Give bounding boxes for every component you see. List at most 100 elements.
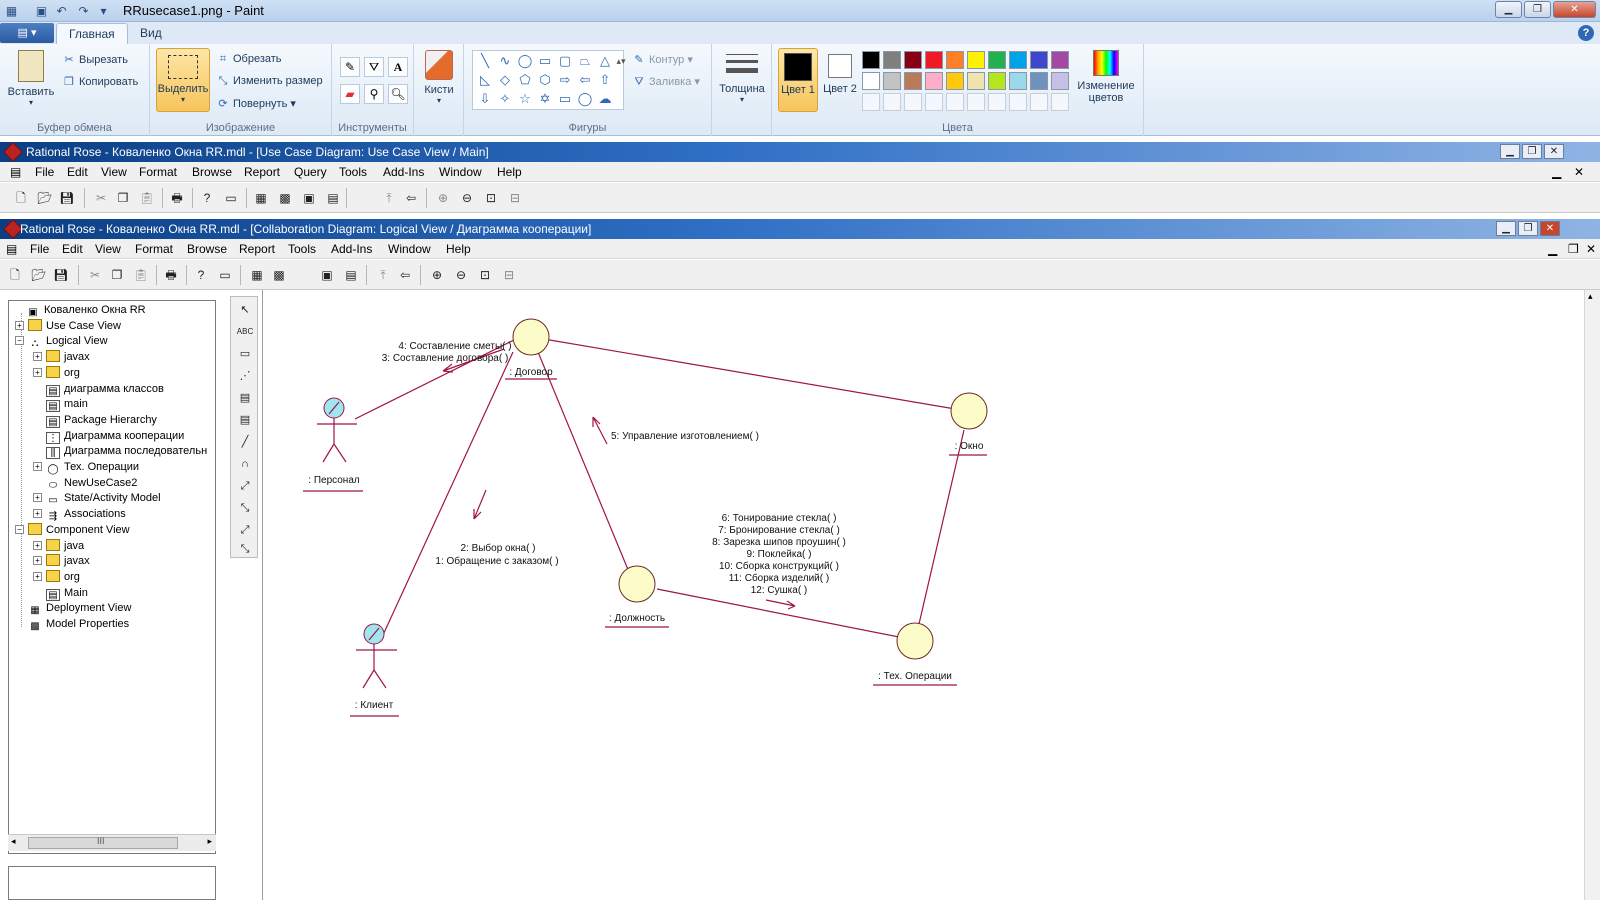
object-okno[interactable]: : Окно	[949, 392, 988, 456]
expand-icon[interactable]: +	[33, 367, 42, 377]
message-4[interactable]: 4: Составление сметы( )	[398, 341, 511, 352]
palette-swatch[interactable]	[1051, 72, 1069, 90]
copy-button[interactable]: ❐ Копировать	[62, 75, 138, 88]
copy-icon[interactable]: ❐	[114, 189, 132, 207]
object-link-tool-icon[interactable]: ╱	[236, 433, 254, 451]
print-icon[interactable]: 🖶	[168, 189, 186, 207]
message-7[interactable]: 7: Бронирование стекла( )	[718, 525, 840, 536]
tree-item[interactable]: + ⇶ Associations	[33, 507, 126, 522]
message-8[interactable]: 8: Зарезка шипов проушин( )	[712, 537, 846, 548]
paste-icon[interactable]: 📋︎	[138, 189, 156, 207]
right-arrow-shape-icon[interactable]: ⇨	[556, 71, 574, 89]
menu-window[interactable]: Window	[388, 242, 431, 256]
rose-back-minimize-button[interactable]: ▁	[1500, 144, 1520, 159]
expand-icon[interactable]: +	[33, 509, 42, 519]
tree-item[interactable]: ⬭ NewUseCase2	[33, 476, 138, 491]
rounded-rect-shape-icon[interactable]: ▢	[556, 52, 574, 70]
custom-color-slot[interactable]	[925, 93, 943, 111]
copy-icon[interactable]: ❐	[108, 266, 126, 284]
tree-item[interactable]: ▤ Package Hierarchy	[33, 413, 157, 428]
custom-color-slot[interactable]	[988, 93, 1006, 111]
browser-horizontal-scrollbar[interactable]: ◂ III ▸	[8, 834, 216, 851]
menu-edit[interactable]: Edit	[62, 242, 83, 256]
menu-view[interactable]: View	[101, 165, 127, 179]
mdi-close-icon[interactable]: ✕	[1586, 242, 1596, 256]
palette-swatch[interactable]	[1009, 72, 1027, 90]
documentation-pane[interactable]	[8, 866, 216, 900]
palette-swatch[interactable]	[904, 72, 922, 90]
mdi-restore-icon[interactable]: ❐	[1568, 242, 1579, 256]
message-6[interactable]: 6: Тонирование стекла( )	[722, 513, 837, 524]
menu-window[interactable]: Window	[439, 165, 482, 179]
browse-interaction-diagram-icon[interactable]: ▩	[270, 266, 288, 284]
redo-icon[interactable]: ↷	[76, 4, 91, 19]
menu-format[interactable]: Format	[135, 242, 173, 256]
palette-swatch[interactable]	[967, 51, 985, 69]
close-button[interactable]: ✕	[1553, 1, 1596, 18]
collaboration-diagram[interactable]: : Договор : Окно : Должность : Тех. Опер…	[262, 290, 1584, 900]
rose-doc-icon[interactable]: ▤	[6, 242, 17, 256]
browser-scroll-thumb[interactable]: III	[28, 836, 178, 849]
custom-color-slot[interactable]	[883, 93, 901, 111]
message-arrow-dolzhnost[interactable]	[592, 416, 608, 445]
fit-in-window-icon[interactable]: ⊡	[476, 266, 494, 284]
shapes-scroll-icon[interactable]: ▴▾	[612, 52, 630, 70]
palette-swatch[interactable]	[862, 51, 880, 69]
palette-swatch[interactable]	[862, 72, 880, 90]
link-okno-tech[interactable]	[918, 429, 965, 625]
palette-swatch[interactable]	[925, 72, 943, 90]
custom-color-slot[interactable]	[1009, 93, 1027, 111]
actor-klient[interactable]: : Клиент	[350, 623, 399, 717]
browse-class-diagram-icon[interactable]: ▦	[248, 266, 266, 284]
menu-file[interactable]: File	[35, 165, 54, 179]
browse-state-diagram-icon[interactable]: ▤	[324, 189, 342, 207]
diamond-shape-icon[interactable]: ◇	[496, 71, 514, 89]
brushes-button[interactable]: Кисти ▾	[420, 50, 458, 105]
rose-back-titlebar[interactable]: Rational Rose - Коваленко Окна RR.mdl - …	[0, 142, 1600, 162]
palette-swatch[interactable]	[883, 72, 901, 90]
diagram-vertical-scrollbar[interactable]: ▴	[1584, 290, 1600, 900]
palette-swatch[interactable]	[1030, 72, 1048, 90]
text-tool-icon[interactable]: A	[388, 57, 408, 77]
expand-icon[interactable]: +	[33, 556, 42, 566]
message-1[interactable]: 1: Обращение с заказом( )	[435, 555, 558, 567]
print-icon[interactable]: 🖶	[162, 266, 180, 284]
custom-color-slot[interactable]	[862, 93, 880, 111]
undo-icon[interactable]: ↶	[54, 4, 69, 19]
view-doc-icon[interactable]: ▭	[222, 189, 240, 207]
right-triangle-shape-icon[interactable]: ◺	[476, 71, 494, 89]
fit-in-window-icon[interactable]: ⊡	[482, 189, 500, 207]
link-message-tool-icon[interactable]: ⤢	[236, 477, 254, 495]
minimize-button[interactable]: ▁	[1495, 1, 1522, 18]
tree-item[interactable]: ▤ Main	[33, 586, 88, 601]
undo-fit-icon[interactable]: ⊟	[506, 189, 524, 207]
browse-component-diagram-icon[interactable]: ▣	[318, 266, 336, 284]
custom-color-slot[interactable]	[967, 93, 985, 111]
line-shape-icon[interactable]: ╲	[476, 52, 494, 70]
expand-icon[interactable]: +	[33, 571, 42, 581]
custom-color-slot[interactable]	[1030, 93, 1048, 111]
pencil-icon[interactable]: ✎	[340, 57, 360, 77]
callout-oval-shape-icon[interactable]: ◯	[576, 90, 594, 108]
cut-icon[interactable]: ✂	[86, 266, 104, 284]
pentagon-shape-icon[interactable]: ⬠	[516, 71, 534, 89]
reverse-link-message-tool-icon[interactable]: ⤡	[236, 499, 254, 517]
tree-item[interactable]: ▦ Deployment View	[15, 601, 131, 616]
rose-titlebar[interactable]: Rational Rose - Коваленко Окна RR.mdl - …	[0, 219, 1600, 239]
object-tech-operacii[interactable]: : Тех. Операции	[873, 622, 957, 686]
text-box-tool-icon[interactable]: ABC	[236, 323, 254, 341]
tree-item[interactable]: ⋮ Диаграмма кооперации	[33, 429, 184, 444]
rectangle-shape-icon[interactable]: ▭	[536, 52, 554, 70]
tab-home[interactable]: Главная	[56, 23, 128, 44]
link-dogovor-klient[interactable]	[382, 351, 514, 636]
link-dogovor-dolzhnost[interactable]	[537, 351, 630, 573]
zoom-in-icon[interactable]: ⊕	[428, 266, 446, 284]
object-dolzhnost[interactable]: : Должность	[605, 565, 669, 628]
menu-view[interactable]: View	[95, 242, 121, 256]
palette-swatch[interactable]	[988, 72, 1006, 90]
message-arrow-tech[interactable]	[765, 599, 796, 610]
menu-report[interactable]: Report	[244, 165, 280, 179]
note-tool-icon[interactable]: ▭	[236, 345, 254, 363]
context-help-icon[interactable]: ?	[192, 266, 210, 284]
tree-item[interactable]: ▣ Коваленко Окна RR	[13, 303, 145, 318]
